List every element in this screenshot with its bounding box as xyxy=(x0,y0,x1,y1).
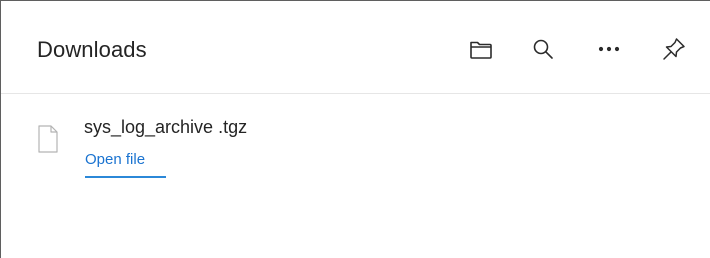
document-icon xyxy=(37,125,59,158)
downloads-header: Downloads xyxy=(1,1,710,94)
open-file-link[interactable]: Open file xyxy=(85,151,145,168)
downloads-title: Downloads xyxy=(37,37,147,62)
download-filename: sys_log_archive .tgz xyxy=(84,117,248,137)
more-horizontal-icon xyxy=(598,45,620,53)
open-downloads-folder-button[interactable] xyxy=(463,31,499,67)
pin-icon xyxy=(661,36,687,62)
downloads-panel: Downloads sys_log_archive .tgz Open file xyxy=(0,0,710,258)
more-options-button[interactable] xyxy=(591,31,627,67)
search-downloads-button[interactable] xyxy=(525,31,561,67)
search-icon xyxy=(532,38,554,60)
open-file-link-underline xyxy=(85,176,166,178)
folder-icon xyxy=(469,38,493,60)
pin-downloads-button[interactable] xyxy=(656,31,692,67)
download-item[interactable]: sys_log_archive .tgz Open file xyxy=(29,109,689,189)
